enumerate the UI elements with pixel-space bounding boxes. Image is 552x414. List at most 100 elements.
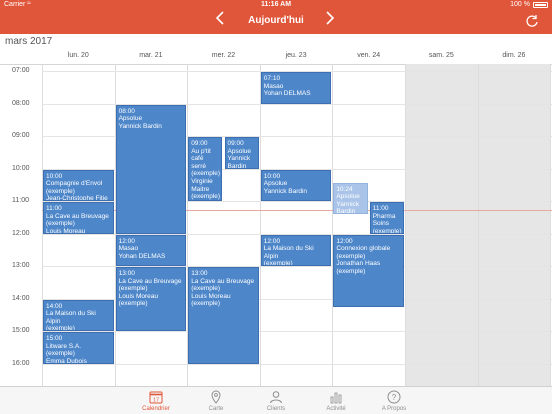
event-time: 09:00 xyxy=(227,140,244,147)
weekend-column xyxy=(477,64,551,386)
calendar-event[interactable]: 09:00 Apsolue Yannick Bardin xyxy=(224,137,259,169)
calendar-icon: 17 xyxy=(149,390,163,404)
event-text: Yannick xyxy=(227,155,251,163)
calendar-event[interactable]: 10:24 Apsolue Yannick Bardin xyxy=(333,182,368,214)
calendar-event[interactable]: 10:00 Compagnie d'Envol (exemple) Jean-Chri… xyxy=(43,169,114,201)
day-divider xyxy=(332,64,333,386)
event-text: Yohan DELMAS xyxy=(118,252,166,260)
calendar-event[interactable]: 11:00 Pharma Soins (exemple) xyxy=(369,202,404,234)
event-text: Emma Dubois xyxy=(46,357,87,364)
calendar-event[interactable]: 13:00 La Cave au Breuvage (exemple) Louis M… xyxy=(188,267,259,364)
event-time: 09:00 xyxy=(191,140,208,147)
event-text: (exemple) xyxy=(46,220,75,228)
event-time: 13:00 xyxy=(191,270,208,277)
svg-text:?: ? xyxy=(392,393,397,402)
question-icon: ? xyxy=(387,390,401,404)
day-header: ven. 24 xyxy=(357,52,381,59)
refresh-icon xyxy=(526,15,538,27)
event-text: La Maison du Ski Alpin xyxy=(263,245,314,260)
event-text: (exemple) xyxy=(191,170,221,178)
map-pin-icon xyxy=(209,390,223,404)
calendar-event[interactable]: 10:00 Apsolue Yannick Bardin xyxy=(260,169,332,201)
day-header: dim. 26 xyxy=(502,52,526,59)
event-text: Bardin xyxy=(336,208,356,214)
event-text: Louis Moreau xyxy=(118,292,158,300)
week-grid[interactable]: 07:00 08:00 09:00 10:00 11:00 12:00 13:00 14:00… xyxy=(0,64,552,386)
event-text: Jean-Christophe Fitie xyxy=(46,195,108,201)
hour-label: 08:00 xyxy=(12,99,30,107)
event-text: Yannick Bardin xyxy=(263,187,308,195)
event-text: (exemple) xyxy=(191,300,221,308)
event-text: Apsolue xyxy=(336,193,360,201)
event-text: (exemple) xyxy=(336,267,366,275)
battery-icon xyxy=(533,2,548,8)
event-text: (exemple) xyxy=(46,325,75,331)
calendar-event[interactable]: 13:00 La Cave au Breuvage (exemple) Louis M… xyxy=(115,267,187,331)
calendar-event[interactable]: 12:00 Masao Yohan DELMAS xyxy=(115,234,187,266)
calendar-event[interactable]: 08:00 Apsolue Yannick Bardin xyxy=(115,104,187,234)
calendar-event[interactable]: 12:00La Maison du Ski Alpin(exemple)Thom… xyxy=(260,234,332,266)
calendar-badge-text: 17 xyxy=(153,398,159,404)
event-text: Apsolue xyxy=(118,115,143,123)
calendar-event[interactable]: 09:00 Au p'tit café serré (exemple) Virginie… xyxy=(188,137,223,201)
calendar-event[interactable]: 11:00 La Cave au Breuvage (exemple) Louis M… xyxy=(43,202,114,234)
event-text: café serré xyxy=(191,155,206,170)
calendar-event[interactable]: 12:00 Connexion globale (exemple) Jonathan … xyxy=(333,234,404,307)
event-text: Compagnie d'Envol xyxy=(46,180,103,188)
day-header: mar. 21 xyxy=(139,52,163,59)
event-text: Connexion globale xyxy=(336,245,391,253)
event-time: 13:00 xyxy=(118,270,135,277)
calendar-event[interactable]: 14:00La Maison du Ski Alpin(exemple)Thom… xyxy=(43,299,114,331)
day-divider xyxy=(260,64,261,386)
battery-percent: 100 % xyxy=(510,1,530,8)
event-text: Virginie xyxy=(191,177,213,185)
event-text: Pharma xyxy=(372,212,396,220)
day-header: lun. 20 xyxy=(67,52,89,59)
app-header: Carrier ≈ 11:16 AM 100 % Aujourd'hui xyxy=(0,0,552,34)
day-divider xyxy=(405,64,406,386)
event-text: (exemple) xyxy=(191,193,221,201)
event-time: 08:00 xyxy=(118,107,135,115)
event-text: Louis Moreau xyxy=(191,292,231,300)
event-time: 10:00 xyxy=(263,172,281,180)
event-text: Louis Moreau xyxy=(46,227,86,234)
hour-label: 15:00 xyxy=(12,327,30,334)
calendar-event[interactable]: 07:10 Masao Yohan DELMAS xyxy=(260,72,332,104)
event-text: La Maison du Ski Alpin xyxy=(46,310,96,325)
hour-label: 14:00 xyxy=(12,294,30,302)
event-text: La Cave au Breuvage xyxy=(118,277,182,285)
page-title[interactable]: Aujourd'hui xyxy=(0,15,552,26)
month-label: mars 2017 xyxy=(5,36,53,47)
event-time: 12:00 xyxy=(263,237,281,245)
hour-line xyxy=(42,331,552,332)
refresh-button[interactable] xyxy=(525,14,541,30)
event-text: (exemple) xyxy=(118,300,148,308)
event-time: 15:00 xyxy=(46,335,63,342)
event-text: (exemple) xyxy=(191,285,221,293)
hour-label: 10:00 xyxy=(12,164,30,172)
event-text: Yannick Bardin xyxy=(118,122,162,130)
tab-bar: 17 Calendrier Carte Clients Activité? A Propo… xyxy=(0,386,552,414)
day-divider xyxy=(550,64,551,386)
event-text: Yannick xyxy=(336,200,360,208)
hour-label: 07:00 xyxy=(12,67,30,74)
event-text: Maitre xyxy=(191,185,210,193)
next-week-button[interactable] xyxy=(322,10,338,32)
day-header: sam. 25 xyxy=(428,52,454,59)
status-time: 11:16 AM xyxy=(260,1,292,8)
event-text: (exemple) xyxy=(263,260,293,266)
calendar-event[interactable]: 15:00Litware S.A. (exemple)Emma Dubois(e… xyxy=(43,332,114,364)
event-time: 14:00 xyxy=(46,302,63,310)
tab-label: A Propos xyxy=(381,406,407,412)
event-time: 11:00 xyxy=(372,205,389,212)
event-text: Apsolue xyxy=(263,180,288,188)
hour-label: 16:00 xyxy=(12,359,30,367)
event-text: (exemple) xyxy=(336,252,366,260)
event-text: Masao xyxy=(263,82,284,90)
bar-chart-icon xyxy=(329,390,343,404)
day-header: mer. 22 xyxy=(211,52,236,59)
event-text: Jonathan Haas xyxy=(336,260,381,268)
tab-a-propos[interactable]: ? A Propos xyxy=(349,387,439,414)
event-text: (exemple) xyxy=(46,187,75,195)
weekend-column xyxy=(405,64,478,386)
